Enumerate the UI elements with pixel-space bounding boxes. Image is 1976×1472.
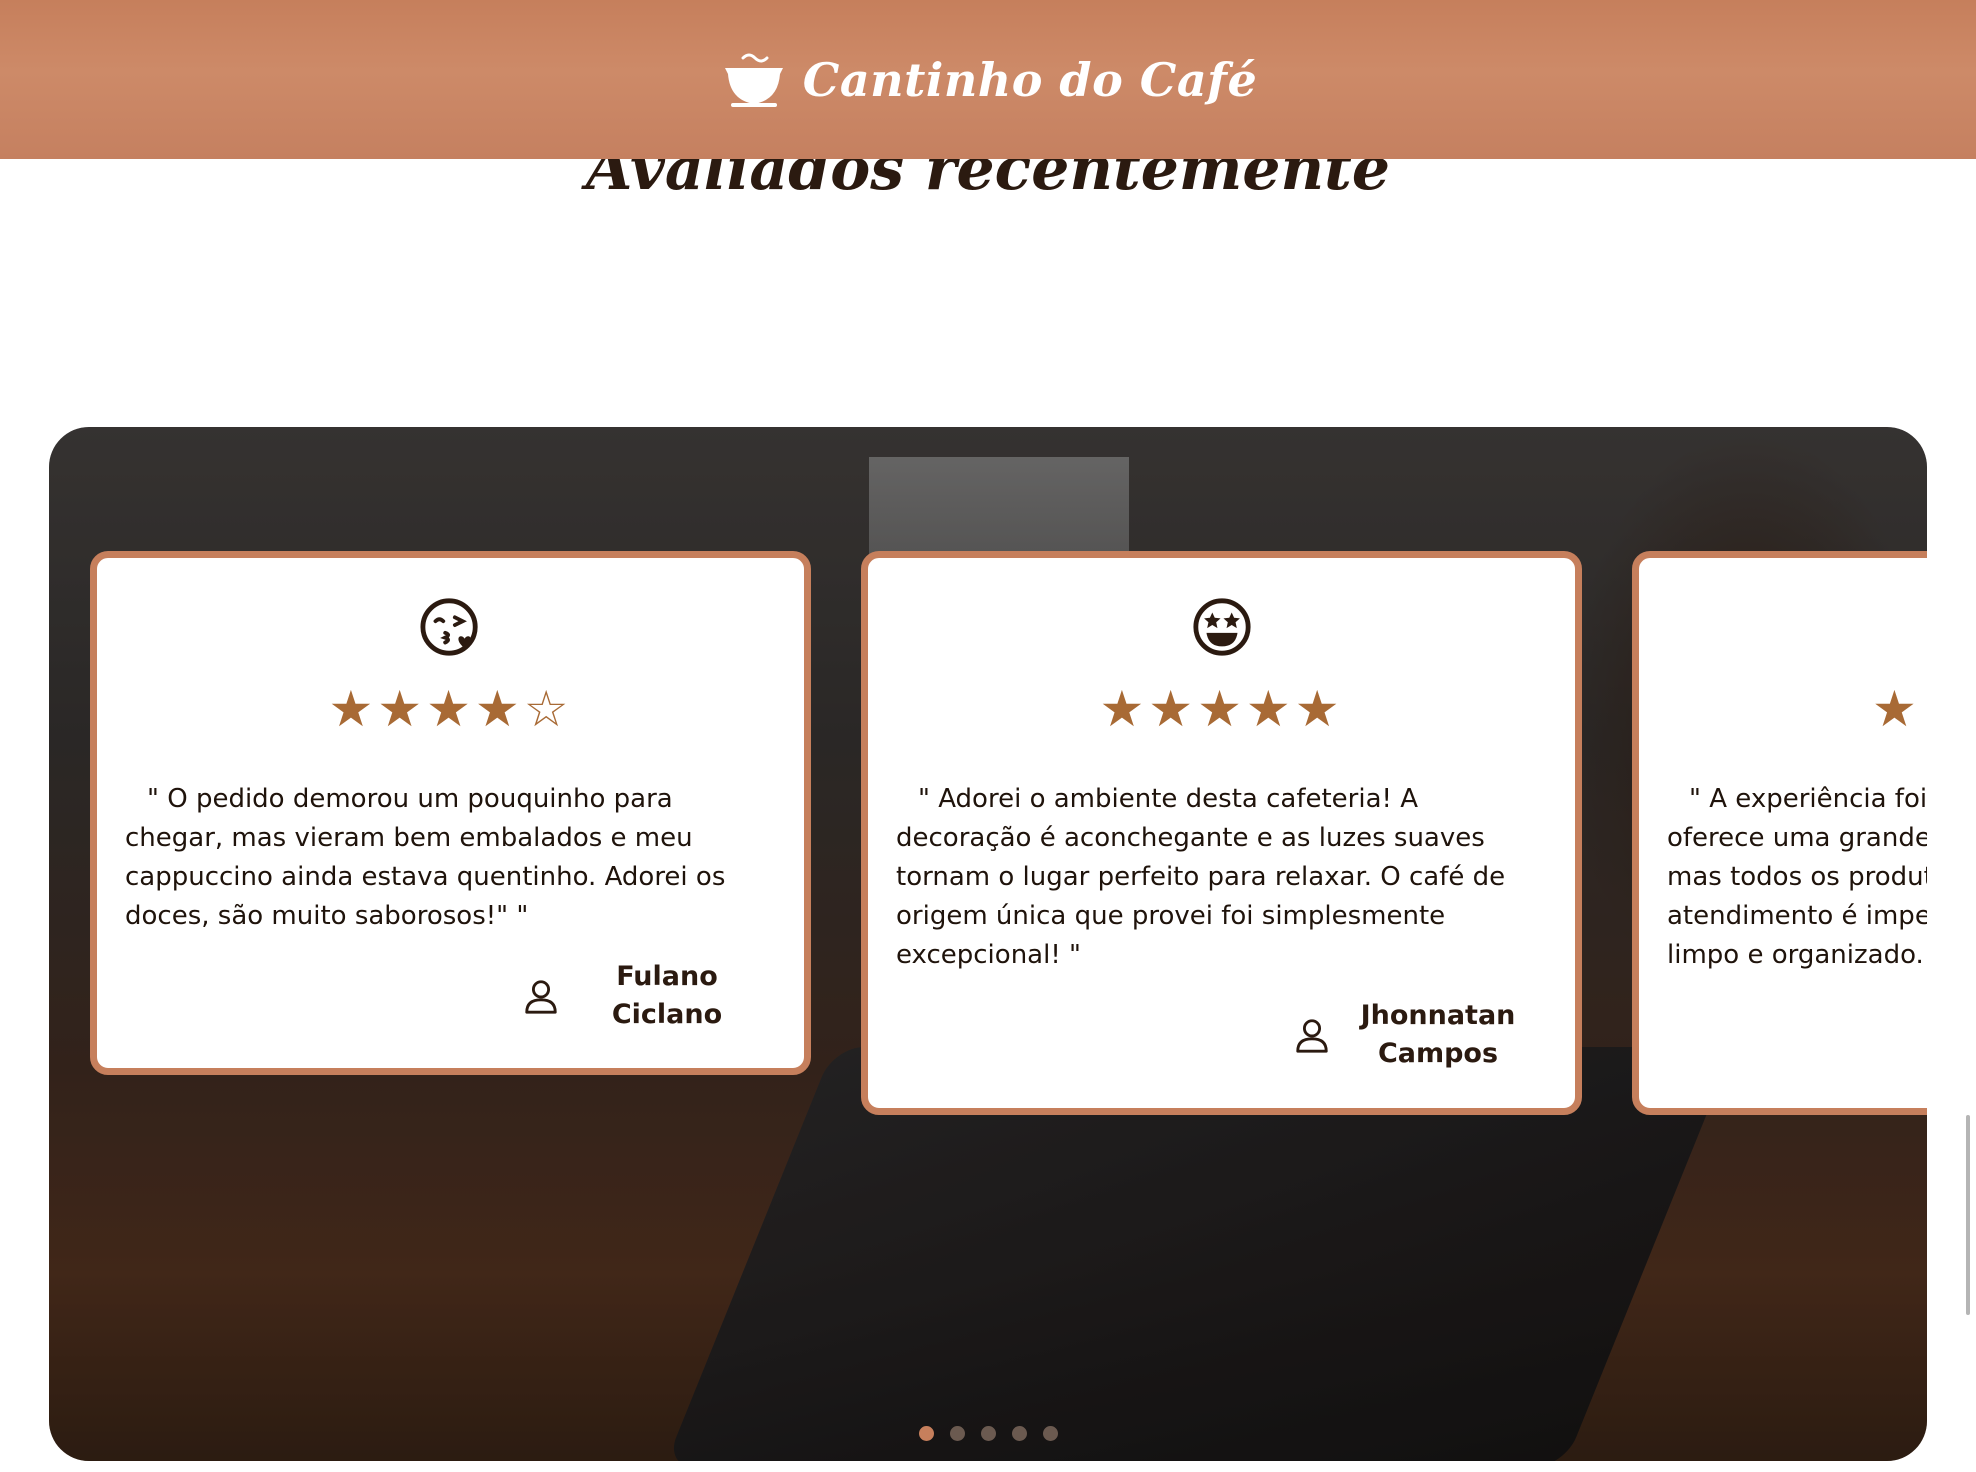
user-icon xyxy=(1296,1019,1328,1053)
review-card: ★★★★★ " Adorei o ambiente desta cafeteri… xyxy=(861,551,1582,1115)
reviews-carousel[interactable]: ★★★★☆ " O pedido demorou um pouquinho pa… xyxy=(49,427,1927,1461)
star-rating: ★★★★☆ xyxy=(328,680,573,738)
author-first-name: Fulano xyxy=(616,961,718,992)
pagination-dot[interactable] xyxy=(1011,1426,1027,1441)
star-rating: ★ xyxy=(1872,680,1921,738)
pagination-dot[interactable] xyxy=(918,1426,934,1441)
site-header: Cantinho do Café xyxy=(0,0,1976,159)
review-text: " A experiência foi oferece uma grande m… xyxy=(1667,780,1927,975)
author-last-name: Ciclano xyxy=(611,999,723,1030)
pagination-dot[interactable] xyxy=(949,1426,965,1441)
author-name: Fulano Ciclano xyxy=(582,958,752,1034)
brand-name: Cantinho do Café xyxy=(802,52,1258,107)
page-scrollbar[interactable] xyxy=(1966,1115,1970,1315)
user-icon xyxy=(525,980,557,1014)
review-text-line: limpo e organizado. " xyxy=(1667,940,1927,970)
pagination-dot[interactable] xyxy=(980,1426,996,1441)
author-name: Jhonnatan Campos xyxy=(1353,997,1523,1073)
star-rating: ★★★★★ xyxy=(1099,680,1344,738)
author-last-name: Campos xyxy=(1377,1038,1499,1069)
review-text: " Adorei o ambiente desta cafeteria! A d… xyxy=(896,784,1506,970)
brand[interactable]: Cantinho do Café xyxy=(719,50,1258,110)
review-text-line: " A experiência foi xyxy=(1689,784,1927,814)
review-text: " O pedido demorou um pouquinho para che… xyxy=(125,784,726,931)
review-card: ★ " A experiência foi oferece uma grande… xyxy=(1632,551,1927,1115)
star-struck-face-icon xyxy=(1192,598,1251,656)
review-author: Fulano Ciclano xyxy=(125,958,776,1034)
kissing-face-icon xyxy=(419,598,478,656)
review-text-line: oferece uma grande xyxy=(1667,823,1927,853)
review-text-line: mas todos os produt xyxy=(1667,862,1927,892)
coffee-cup-logo-icon xyxy=(724,53,783,107)
pagination-dot[interactable] xyxy=(1042,1426,1058,1441)
carousel-pagination xyxy=(49,1426,1927,1441)
review-text-line: atendimento é impec xyxy=(1667,901,1927,931)
review-card: ★★★★☆ " O pedido demorou um pouquinho pa… xyxy=(90,551,811,1075)
review-author: Jhonnatan Campos xyxy=(896,997,1547,1073)
author-first-name: Jhonnatan xyxy=(1360,1000,1516,1031)
